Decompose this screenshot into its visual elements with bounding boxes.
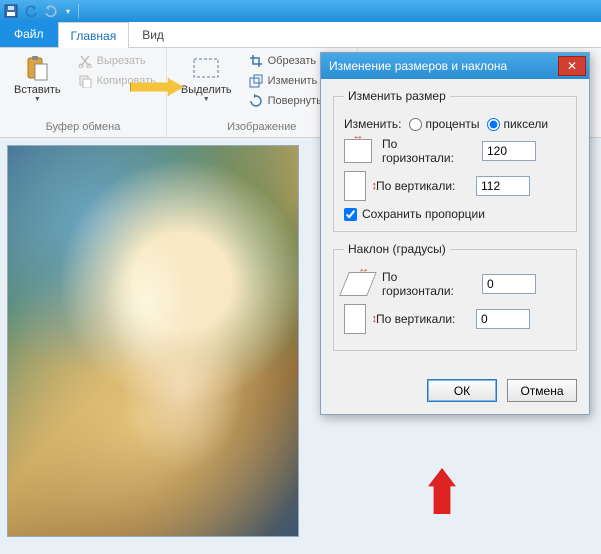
quick-access-toolbar: ▾ (0, 0, 601, 22)
cut-icon (77, 53, 93, 69)
resize-legend: Изменить размер (344, 89, 450, 103)
redo-icon[interactable] (44, 4, 58, 18)
dialog-title: Изменение размеров и наклона (329, 59, 507, 73)
copy-icon (77, 73, 93, 89)
close-button[interactable]: ✕ (558, 56, 586, 76)
save-icon[interactable] (4, 4, 18, 18)
crop-icon (248, 53, 264, 69)
radio-percent-label: проценты (425, 117, 479, 131)
ribbon-tabs: Файл Главная Вид (0, 22, 601, 48)
paste-button[interactable]: Вставить ▼ (8, 52, 67, 119)
select-icon (190, 54, 222, 82)
keep-ratio-label: Сохранить пропорции (362, 207, 485, 221)
select-button[interactable]: Выделить ▼ (175, 52, 238, 119)
select-label: Выделить (181, 84, 232, 96)
paste-icon (21, 54, 53, 82)
tab-view[interactable]: Вид (129, 21, 177, 47)
resize-icon (248, 73, 264, 89)
horiz-resize-icon: ↔ (344, 139, 372, 163)
cut-button[interactable]: Вырезать (75, 52, 158, 70)
skew-horiz-icon: ↔ (339, 272, 377, 296)
radio-percent-input[interactable] (409, 118, 422, 131)
keep-ratio-input[interactable] (344, 208, 357, 221)
vert-resize-icon: ↕ (344, 171, 366, 201)
group-clipboard-label: Буфер обмена (8, 119, 158, 135)
crop-label: Обрезать (268, 55, 317, 67)
tab-home[interactable]: Главная (58, 22, 130, 48)
resize-skew-dialog: Изменение размеров и наклона ✕ Изменить … (320, 52, 590, 415)
group-clipboard: Вставить ▼ Вырезать Копировать Буфер обм… (0, 48, 167, 137)
horiz-label: По горизонтали: (382, 137, 472, 165)
radio-percent[interactable]: проценты (409, 117, 479, 131)
skew-vert-label: По вертикали: (376, 312, 466, 326)
keep-ratio-checkbox[interactable]: Сохранить пропорции (344, 207, 566, 221)
skew-legend: Наклон (градусы) (344, 242, 450, 256)
qat-customize-icon[interactable]: ▾ (66, 7, 70, 16)
separator (78, 4, 79, 18)
close-icon: ✕ (567, 59, 577, 73)
dialog-titlebar[interactable]: Изменение размеров и наклона ✕ (321, 53, 589, 79)
skew-horiz-input[interactable] (482, 274, 536, 294)
skew-vert-icon: ↕ (344, 304, 366, 334)
tab-file[interactable]: Файл (0, 21, 58, 47)
cancel-button[interactable]: Отмена (507, 379, 577, 402)
skew-horiz-label: По горизонтали: (382, 270, 472, 298)
rotate-icon (248, 93, 264, 109)
change-by-label: Изменить: (344, 117, 401, 131)
radio-pixels-input[interactable] (487, 118, 500, 131)
undo-icon[interactable] (24, 4, 38, 18)
vert-input[interactable] (476, 176, 530, 196)
vert-label: По вертикали: (376, 179, 466, 193)
horiz-input[interactable] (482, 141, 536, 161)
canvas-image[interactable] (8, 146, 298, 536)
skew-fieldset: Наклон (градусы) ↔ По горизонтали: ↕ По … (333, 242, 577, 351)
resize-fieldset: Изменить размер Изменить: проценты пиксе… (333, 89, 577, 232)
dropdown-icon: ▼ (203, 96, 210, 103)
rotate-label: Повернуть (268, 95, 322, 107)
ok-button[interactable]: ОК (427, 379, 497, 402)
skew-vert-input[interactable] (476, 309, 530, 329)
paste-label: Вставить (14, 84, 61, 96)
radio-pixels[interactable]: пиксели (487, 117, 548, 131)
dropdown-icon: ▼ (34, 96, 41, 103)
cut-label: Вырезать (97, 55, 146, 67)
radio-pixels-label: пиксели (503, 117, 548, 131)
